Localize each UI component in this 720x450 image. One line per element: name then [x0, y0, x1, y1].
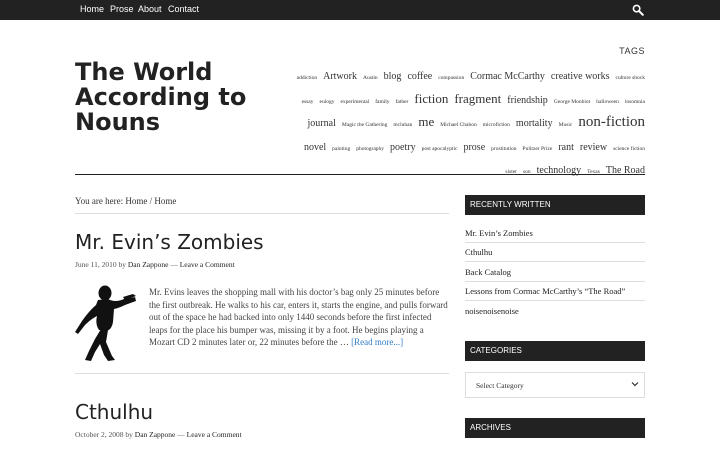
meta-dash: —	[177, 430, 185, 439]
tags-heading: TAGS	[619, 46, 645, 56]
tag-link[interactable]: fiction	[414, 91, 448, 106]
recent-post-link[interactable]: Cthulhu	[465, 247, 645, 257]
post-meta: October 2, 2008 by Dan Zappone — Leave a…	[75, 430, 242, 439]
tag-link[interactable]: creative works	[551, 71, 610, 82]
tag-link[interactable]: Michael Chabon	[440, 122, 477, 128]
categories-heading: CATEGORIES	[465, 341, 645, 361]
nav-item-home[interactable]: Home	[80, 4, 104, 14]
tag-link[interactable]: microfiction	[483, 122, 510, 128]
read-more-link[interactable]: [Read more...]	[351, 337, 403, 347]
post-title[interactable]: Mr. Evin’s Zombies	[75, 230, 264, 254]
tag-link[interactable]: post apocalyptic	[422, 146, 458, 152]
tag-link[interactable]: non-fiction	[578, 114, 645, 130]
tag-link[interactable]: photography	[356, 146, 384, 152]
tag-link[interactable]: rant	[558, 142, 574, 153]
tag-link[interactable]: insomnia	[625, 99, 645, 105]
tag-link[interactable]: addiction	[297, 75, 317, 81]
post-title-cthulhu[interactable]: Cthulhu	[75, 400, 153, 424]
archives-heading: ARCHIVES	[465, 418, 645, 438]
tag-link[interactable]: coffee	[407, 71, 432, 82]
tag-link[interactable]: poetry	[390, 142, 416, 153]
nav-item-about[interactable]: About	[138, 4, 162, 14]
search-icon[interactable]	[632, 4, 644, 16]
zombie-silhouette-image[interactable]	[75, 284, 137, 362]
meta-dash: —	[170, 260, 178, 269]
tag-link[interactable]: eulogy	[320, 99, 335, 105]
post-by: by	[125, 430, 133, 439]
post-meta: June 11, 2010 by Dan Zappone — Leave a C…	[75, 260, 235, 269]
nav-item-contact[interactable]: Contact	[168, 4, 199, 14]
recent-post-link[interactable]: Back Catalog	[465, 267, 645, 277]
breadcrumb-current: Home	[154, 196, 177, 206]
site-title[interactable]: The World According to Nouns	[75, 60, 275, 135]
recent-divider	[465, 300, 645, 301]
header-divider	[75, 174, 645, 175]
leave-comment-link[interactable]: Leave a Comment	[180, 260, 235, 269]
tag-link[interactable]: Pulitzer Prize	[523, 146, 553, 152]
category-select[interactable]: Select Category	[465, 372, 645, 398]
post-date: June 11, 2010	[75, 260, 117, 269]
tag-link[interactable]: Artwork	[323, 71, 357, 82]
tag-link[interactable]: review	[580, 142, 607, 153]
recent-post-link[interactable]: Lessons from Cormac McCarthy’s “The Road…	[465, 286, 645, 296]
tag-link[interactable]: fragment	[454, 91, 501, 106]
breadcrumb-home-link[interactable]: Home	[125, 196, 147, 206]
breadcrumb: You are here: Home / Home	[75, 196, 176, 206]
recent-divider	[465, 261, 645, 262]
tag-link[interactable]: Music	[559, 122, 573, 128]
post-author-link[interactable]: Dan Zappone	[135, 430, 176, 439]
leave-comment-link[interactable]: Leave a Comment	[187, 430, 242, 439]
nav-item-prose[interactable]: Prose	[110, 4, 134, 14]
tag-link[interactable]: halloween	[596, 99, 619, 105]
tag-link[interactable]: novel	[304, 142, 326, 153]
tag-cloud: addiction Artwork Austin blog coffee com…	[285, 65, 645, 183]
post-by: by	[118, 260, 126, 269]
tag-link[interactable]: culture shock	[616, 75, 645, 81]
tag-link[interactable]: father	[396, 99, 409, 105]
tag-link[interactable]: Magic the Gathering	[342, 122, 388, 128]
post-date: October 2, 2008	[75, 430, 124, 439]
tag-link[interactable]: compassion	[438, 75, 464, 81]
tag-link[interactable]: mcluhan	[393, 122, 412, 128]
tag-link[interactable]: me	[418, 114, 434, 129]
tag-link[interactable]: Cormac McCarthy	[470, 71, 545, 82]
post-author-link[interactable]: Dan Zappone	[128, 260, 169, 269]
tag-link[interactable]: friendship	[507, 95, 548, 106]
tag-link[interactable]: journal	[308, 118, 336, 129]
recent-divider	[465, 281, 645, 282]
chevron-down-icon	[631, 382, 639, 387]
tag-link[interactable]: painting	[332, 146, 350, 152]
recent-divider	[465, 242, 645, 243]
recent-post-link[interactable]: Mr. Evin’s Zombies	[465, 228, 645, 238]
tag-link[interactable]: prostitution	[491, 146, 516, 152]
post-excerpt: Mr. Evins leaves the shopping mall with …	[149, 286, 451, 349]
tag-link[interactable]: blog	[384, 71, 402, 82]
recently-written-heading: RECENTLY WRITTEN	[465, 195, 645, 215]
breadcrumb-divider	[75, 213, 449, 214]
recent-post-link[interactable]: noisenoisenoise	[465, 306, 645, 316]
tag-link[interactable]: science fiction	[613, 146, 645, 152]
tag-link[interactable]: mortality	[516, 118, 553, 129]
breadcrumb-separator: /	[149, 196, 153, 206]
tag-link[interactable]: essay	[302, 99, 314, 105]
breadcrumb-prefix: You are here:	[75, 196, 124, 206]
post-divider	[75, 373, 449, 374]
tag-link[interactable]: George Monbiot	[554, 99, 590, 105]
tag-link[interactable]: family	[375, 99, 389, 105]
tag-link[interactable]: prose	[463, 142, 485, 153]
category-select-value: Select Category	[476, 381, 524, 390]
tag-link[interactable]: Austin	[363, 75, 378, 81]
tag-link[interactable]: experimental	[340, 99, 369, 105]
top-nav-bar: Home Prose About Contact	[0, 0, 720, 20]
